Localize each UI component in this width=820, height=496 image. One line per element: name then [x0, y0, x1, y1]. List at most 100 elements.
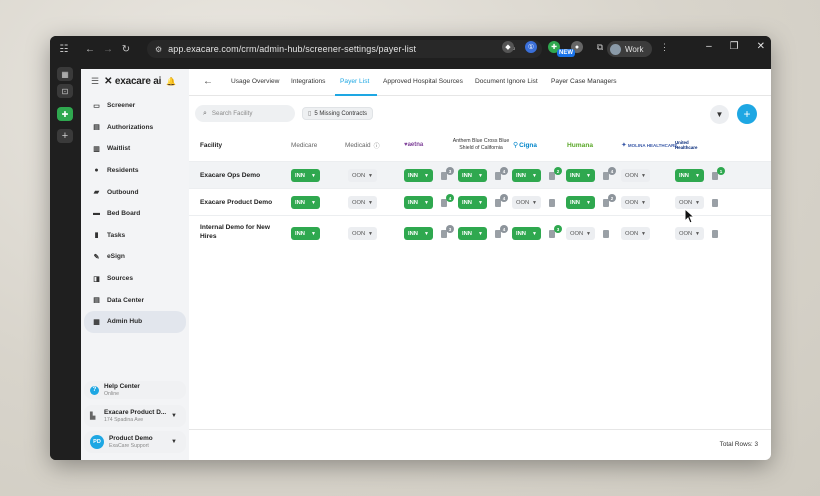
contract-document-icon[interactable]: 3	[441, 225, 454, 238]
facility-name-cell: Exacare Product Demo	[200, 199, 273, 206]
sidebar-item-waitlist[interactable]: ▥ Waitlist	[84, 138, 186, 160]
network-status-label: OON	[625, 199, 639, 206]
facility-switcher[interactable]: ▙ Exacare Product D... 174 Spadina Ave ▼	[84, 405, 186, 427]
tab-payer-list[interactable]: Payer List	[340, 78, 369, 85]
medicare-network-select[interactable]: INN ▼	[291, 196, 320, 209]
contract-document-icon[interactable]: 2	[549, 167, 562, 180]
notification-bell-icon[interactable]: 🔔	[166, 77, 176, 86]
sidebar-item-bed-board[interactable]: ▬ Bed Board	[84, 203, 186, 225]
table-row[interactable]: Exacare Ops Demo INN ▼ OON ▼ INN ▼ 3 INN ▼ 4 INN ▼ 2 I…	[189, 161, 771, 188]
address-bar[interactable]: ⚙ app.exacare.com/crm/admin-hub/screener…	[147, 40, 542, 58]
contract-document-icon[interactable]	[603, 230, 610, 238]
tab-exacare-icon[interactable]: ✚	[57, 107, 73, 121]
search-input[interactable]: ⌕ Search Facility	[195, 105, 295, 122]
contract-document-icon[interactable]: 4	[495, 225, 508, 238]
chevron-down-icon: ▼	[532, 199, 537, 206]
extensions-puzzle-icon[interactable]: ⧉	[594, 41, 606, 53]
contract-document-icon[interactable]: 1	[712, 167, 725, 180]
chevron-down-icon: ▼	[311, 230, 316, 237]
list-icon: ▥	[93, 145, 100, 153]
contract-document-icon[interactable]	[712, 199, 719, 207]
aetna-network-select[interactable]: INN ▼	[404, 227, 433, 240]
contract-document-icon[interactable]	[712, 230, 719, 238]
site-info-icon[interactable]: ⚙	[155, 45, 162, 54]
tab-approved-hospital-sources[interactable]: Approved Hospital Sources	[383, 78, 463, 85]
help-title: Help Center	[104, 383, 140, 390]
anthem-network-select[interactable]: INN ▼	[458, 196, 487, 209]
add-button[interactable]: +	[737, 104, 757, 124]
info-icon[interactable]: ⓘ	[374, 141, 380, 150]
contract-document-icon[interactable]: 2	[603, 194, 616, 207]
cigna-network-select[interactable]: INN ▼	[512, 169, 541, 182]
medicare-network-select[interactable]: INN ▼	[291, 227, 320, 240]
medicaid-network-select[interactable]: OON ▼	[348, 169, 377, 182]
uhc-network-select[interactable]: INN ▼	[675, 169, 704, 182]
humana-network-select[interactable]: INN ▼	[566, 196, 595, 209]
molina-network-select[interactable]: OON ▼	[621, 196, 650, 209]
menu-icon[interactable]: ☰	[91, 76, 99, 87]
back-arrow-icon[interactable]: ←	[203, 76, 213, 87]
browser-menu-icon[interactable]: ⋮	[660, 42, 669, 53]
contract-document-icon[interactable]: 4	[495, 194, 508, 207]
molina-network-select[interactable]: OON ▼	[621, 169, 650, 182]
missing-contracts-chip[interactable]: ▯ 5 Missing Contracts	[302, 107, 373, 120]
user-menu[interactable]: PD Product Demo ExaCare Support ▼	[84, 431, 186, 453]
medicaid-network-select[interactable]: OON ▼	[348, 196, 377, 209]
contract-document-icon[interactable]: 4	[495, 167, 508, 180]
extension-1password-icon[interactable]: ①	[525, 41, 537, 53]
sidebar-item-outbound[interactable]: ▰ Outbound	[84, 181, 186, 203]
anthem-logo: Anthem Blue Cross Blue Shield of Califor…	[452, 138, 510, 151]
close-icon[interactable]: ✕	[757, 41, 765, 52]
humana-network-select[interactable]: OON ▼	[566, 227, 595, 240]
tab-person-icon[interactable]: ⊡	[57, 84, 73, 98]
folder-icon: ▰	[93, 189, 100, 197]
chevron-down-icon: ▼	[532, 230, 537, 237]
col-medicare: Medicare	[291, 141, 318, 149]
tab-document-ignore-list[interactable]: Document Ignore List	[475, 78, 538, 85]
reload-icon[interactable]: ↻	[117, 44, 135, 55]
anthem-network-select[interactable]: INN ▼	[458, 169, 487, 182]
sidebar-item-data-center[interactable]: ▤ Data Center	[84, 289, 186, 311]
sidebar-item-admin-hub[interactable]: ▦ Admin Hub	[84, 310, 186, 333]
help-center-card[interactable]: ? Help Center Online	[84, 381, 186, 399]
maximize-icon[interactable]: ❐	[730, 41, 739, 52]
forward-icon[interactable]: →	[99, 44, 117, 55]
contract-document-icon[interactable]: 3	[441, 167, 454, 180]
contract-document-icon[interactable]: 3	[549, 225, 562, 238]
aetna-network-select[interactable]: INN ▼	[404, 169, 433, 182]
sidebar-item-sources[interactable]: ◨ Sources	[84, 268, 186, 290]
sidebar-item-tasks[interactable]: ▮ Tasks	[84, 225, 186, 247]
network-status-label: OON	[679, 230, 693, 237]
minimize-icon[interactable]: –	[706, 41, 712, 52]
cigna-network-select[interactable]: INN ▼	[512, 227, 541, 240]
tab-usage-overview[interactable]: Usage Overview	[231, 78, 279, 85]
back-icon[interactable]: ←	[81, 44, 99, 55]
total-rows: Total Rows: 3	[719, 441, 758, 448]
sidebar-item-authorizations[interactable]: ▤ Authorizations	[84, 117, 186, 139]
col-cigna: ⚲ Cigna	[513, 129, 537, 161]
molina-logo-icon: ✦	[621, 142, 627, 149]
medicaid-network-select[interactable]: OON ▼	[348, 227, 377, 240]
tab-integrations[interactable]: Integrations	[291, 78, 325, 85]
uhc-network-select[interactable]: OON ▼	[675, 227, 704, 240]
new-tab-icon[interactable]: +	[57, 129, 73, 143]
contract-document-icon[interactable]: 4	[603, 167, 616, 180]
profile-chip[interactable]: Work	[607, 41, 652, 57]
extension-shield-icon[interactable]: ◆	[502, 41, 514, 53]
cigna-network-select[interactable]: OON ▼	[512, 196, 541, 209]
filter-button[interactable]: ▼	[710, 105, 729, 124]
contract-document-icon[interactable]	[549, 199, 556, 207]
humana-network-select[interactable]: INN ▼	[566, 169, 595, 182]
sidebar-item-esign[interactable]: ✎ eSign	[84, 246, 186, 268]
pen-icon: ✎	[93, 253, 100, 261]
contract-document-icon[interactable]: 4	[441, 194, 454, 207]
tab-grid-icon[interactable]: ▦	[57, 67, 73, 81]
sidebar-item-screener[interactable]: ▭ Screener	[84, 95, 186, 117]
medicare-network-select[interactable]: INN ▼	[291, 169, 320, 182]
tab-payer-case-managers[interactable]: Payer Case Managers	[551, 78, 617, 85]
tab-search-icon[interactable]: ☷	[55, 44, 73, 55]
molina-network-select[interactable]: OON ▼	[621, 227, 650, 240]
sidebar-item-residents[interactable]: ● Residents	[84, 160, 186, 182]
aetna-network-select[interactable]: INN ▼	[404, 196, 433, 209]
anthem-network-select[interactable]: INN ▼	[458, 227, 487, 240]
